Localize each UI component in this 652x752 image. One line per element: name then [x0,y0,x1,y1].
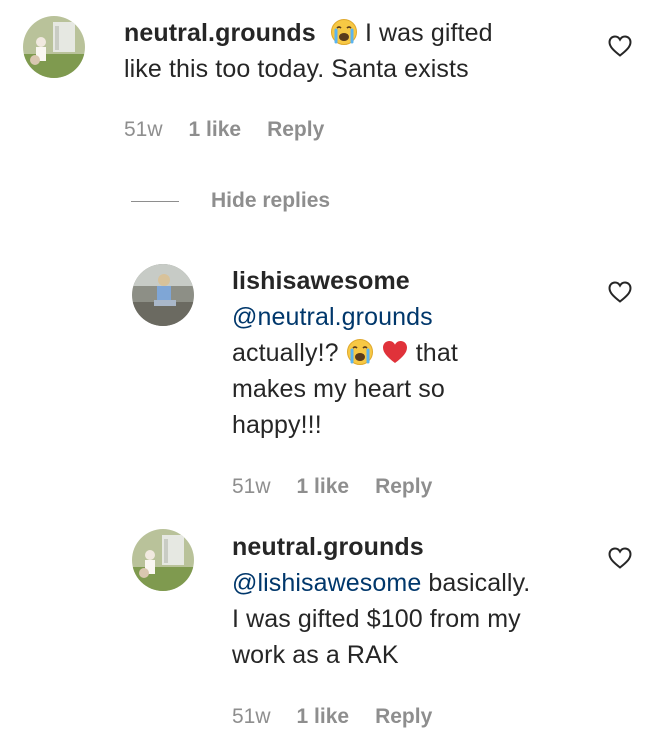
mention-link[interactable]: @neutral.grounds [232,303,433,331]
comment-username[interactable]: lishisawesome [232,267,410,295]
comment-time: 51w [124,118,163,141]
crying-face-emoji-icon [346,338,374,366]
like-heart-icon[interactable] [608,281,632,303]
avatar-neutral-grounds[interactable] [132,529,194,591]
reply-text-line2-start: actually!? [232,339,339,367]
comment-likes[interactable]: 1 like [297,705,350,729]
like-heart-icon[interactable] [608,547,632,569]
reply-text: lishisawesome @neutral.grounds actually!… [232,263,592,443]
comment-likes[interactable]: 1 like [189,118,242,142]
like-heart-icon[interactable] [608,35,632,57]
comment-meta: 51w 1 like Reply [124,118,324,142]
reply-text-line2: I was gifted $100 from my [232,605,521,633]
divider-line [131,200,179,202]
comment-username[interactable]: neutral.grounds [124,19,316,47]
reply-meta: 51w 1 like Reply [232,705,432,729]
reply-button[interactable]: Reply [375,475,432,499]
avatar-lishisawesome[interactable] [132,264,194,326]
red-heart-emoji-icon [381,338,409,366]
avatar-neutral-grounds[interactable] [23,16,85,78]
reply-text-line3: makes my heart so [232,375,445,403]
reply-button[interactable]: Reply [267,118,324,142]
comment-text-line2: like this too today. Santa exists [124,55,469,83]
mention-link[interactable]: @lishisawesome [232,569,421,597]
comment-username[interactable]: neutral.grounds [232,533,424,561]
comment-time: 51w [232,705,271,728]
comment-text: neutral.grounds I was gifted like this t… [124,15,584,87]
crying-face-emoji-icon [330,18,358,46]
reply-button[interactable]: Reply [375,705,432,729]
hide-replies-row[interactable]: Hide replies [131,186,330,216]
comment-text-line1: I was gifted [364,19,493,47]
reply-text-line4: happy!!! [232,411,322,439]
comment-likes[interactable]: 1 like [297,475,350,499]
hide-replies-button[interactable]: Hide replies [211,189,330,213]
reply-meta: 51w 1 like Reply [232,475,432,499]
reply-text-line2-end: that [415,339,458,367]
reply-text: neutral.grounds @lishisawesome basically… [232,529,612,673]
reply-text-line1-end: basically. [428,569,531,597]
reply-text-line3: work as a RAK [232,641,399,669]
comment-time: 51w [232,475,271,498]
